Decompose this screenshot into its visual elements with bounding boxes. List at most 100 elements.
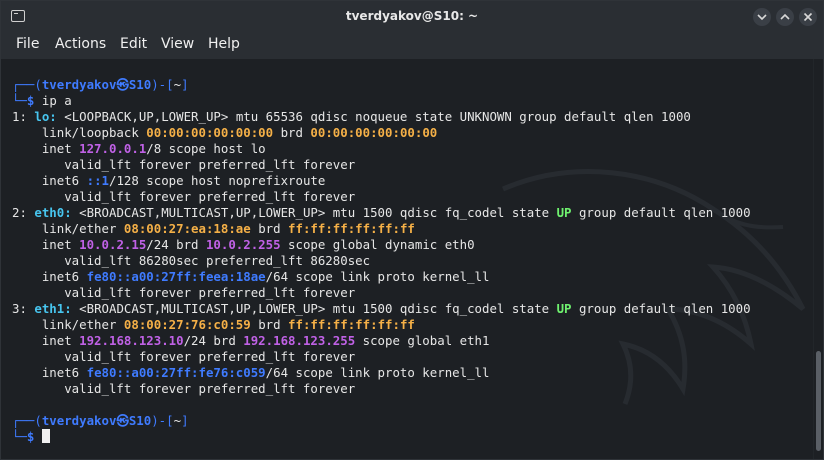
menu-bar: File Actions Edit View Help <box>1 31 823 59</box>
prompt-bracket: )-[ <box>151 77 174 92</box>
vertical-scrollbar[interactable] <box>814 59 823 459</box>
valid-line: valid_lft 86280sec preferred_lft 86280se… <box>12 253 371 268</box>
iface-header-lo: 1: lo: <LOOPBACK,UP,LOWER_UP> mtu 65536 … <box>12 109 751 125</box>
brd-mac-address: ff:ff:ff:ff:ff:ff <box>288 317 415 332</box>
menu-help[interactable]: Help <box>208 36 240 52</box>
command-line: └─$ ip a <box>12 93 751 109</box>
valid-line: valid_lft forever preferred_lft forever <box>12 157 356 172</box>
prompt-cwd: ~ <box>173 413 182 428</box>
terminal-window: tverdyakov@S10: ~ File Actions Edit View… <box>0 0 824 460</box>
link-line-lo: link/loopback 00:00:00:00:00:00 brd 00:0… <box>12 125 751 141</box>
command-text: ip a <box>41 93 72 108</box>
maximize-button[interactable] <box>776 8 794 26</box>
prompt-user-host: tverdyakov㉿S10 <box>41 77 152 92</box>
iface-flags: <BROADCAST,MULTICAST,UP,LOWER_UP> mtu 15… <box>71 301 557 316</box>
iface-index: 2: <box>12 205 35 220</box>
iface-flags: group default qlen 1000 <box>571 301 751 316</box>
brd-label: brd <box>250 317 289 332</box>
inet6-details: /64 scope link proto kernel_ll <box>265 269 490 284</box>
mac-address: 08:00:27:76:c0:59 <box>123 317 251 332</box>
ipv4-address: 10.0.2.15 <box>79 237 147 252</box>
text-cursor <box>41 429 50 443</box>
inet6-line-eth1: inet6 fe80::a00:27ff:fe76:c059/64 scope … <box>12 365 751 381</box>
minimize-button[interactable] <box>753 8 771 26</box>
valid-line: valid_lft forever preferred_lft forever <box>12 349 356 364</box>
menu-edit[interactable]: Edit <box>120 36 147 52</box>
iface-name: lo: <box>34 109 57 124</box>
close-button[interactable] <box>799 8 817 26</box>
iface-flags: group default qlen 1000 <box>571 205 751 220</box>
scrollbar-thumb[interactable] <box>816 351 821 451</box>
menu-file[interactable]: File <box>16 36 39 52</box>
menu-view[interactable]: View <box>161 36 194 52</box>
inet6-line-eth0: inet6 fe80::a00:27ff:feea:18ae/64 scope … <box>12 269 751 285</box>
prompt-bracket: └─ <box>12 93 27 108</box>
inet-label: inet <box>12 141 80 156</box>
inet6-label: inet6 <box>12 269 87 284</box>
ipv4-broadcast: 192.168.123.255 <box>243 333 356 348</box>
iface-flags: <LOOPBACK,UP,LOWER_UP> mtu 65536 qdisc n… <box>56 109 691 124</box>
iface-state: UP <box>556 205 572 220</box>
inet-details: /8 scope host lo <box>146 141 266 156</box>
inet-details: /24 brd <box>146 237 206 252</box>
brd-label: brd <box>273 125 311 140</box>
iface-header-eth1: 3: eth1: <BROADCAST,MULTICAST,UP,LOWER_U… <box>12 301 751 317</box>
ipv4-address: 192.168.123.10 <box>79 333 184 348</box>
prompt-dollar: $ <box>26 93 35 108</box>
inet-line-eth1: inet 192.168.123.10/24 brd 192.168.123.2… <box>12 333 751 349</box>
prompt-dollar: $ <box>26 429 35 444</box>
prompt-cwd: ~ <box>173 77 182 92</box>
iface-flags: <BROADCAST,MULTICAST,UP,LOWER_UP> mtu 15… <box>71 205 557 220</box>
inet-details: scope global dynamic eth0 <box>280 237 475 252</box>
prompt-bracket: └─ <box>12 429 27 444</box>
active-prompt-line[interactable]: └─$ <box>12 429 751 445</box>
ipv6-address: ::1 <box>86 173 109 188</box>
mac-address: 08:00:27:ea:18:ae <box>123 221 251 236</box>
iface-state: UP <box>556 301 572 316</box>
inet6-label: inet6 <box>12 365 87 380</box>
inet6-details: /64 scope link proto kernel_ll <box>265 365 490 380</box>
iface-index: 3: <box>12 301 35 316</box>
prompt-bracket: ┌──( <box>12 413 42 428</box>
inet-line-eth0: inet 10.0.2.15/24 brd 10.0.2.255 scope g… <box>12 237 751 253</box>
inet-label: inet <box>12 333 80 348</box>
terminal-text: ┌──(tverdyakov㉿S10)-[~] └─$ ip a 1: lo: … <box>12 77 751 445</box>
terminal-output-area[interactable]: ┌──(tverdyakov㉿S10)-[~] └─$ ip a 1: lo: … <box>1 59 813 459</box>
inet6-line-lo: inet6 ::1/128 scope host noprefixroute <box>12 173 751 189</box>
link-label: link/ether <box>12 317 124 332</box>
prompt-user-host: tverdyakov㉿S10 <box>41 413 152 428</box>
link-line-eth0: link/ether 08:00:27:ea:18:ae brd ff:ff:f… <box>12 221 751 237</box>
brd-label: brd <box>250 221 289 236</box>
ipv6-address: fe80::a00:27ff:fe76:c059 <box>86 365 266 380</box>
prompt-bracket: ] <box>181 413 189 428</box>
valid-line: valid_lft forever preferred_lft forever <box>12 189 356 204</box>
iface-index: 1: <box>12 109 35 124</box>
iface-name: eth0: <box>34 205 72 220</box>
iface-header-eth0: 2: eth0: <BROADCAST,MULTICAST,UP,LOWER_U… <box>12 205 751 221</box>
mac-address: 00:00:00:00:00:00 <box>146 125 274 140</box>
window-title: tverdyakov@S10: ~ <box>345 9 479 23</box>
brd-mac-address: 00:00:00:00:00:00 <box>310 125 438 140</box>
menu-actions[interactable]: Actions <box>55 36 106 52</box>
link-line-eth1: link/ether 08:00:27:76:c0:59 brd ff:ff:f… <box>12 317 751 333</box>
title-bar[interactable]: tverdyakov@S10: ~ <box>1 1 823 31</box>
valid-line: valid_lft forever preferred_lft forever <box>12 381 356 396</box>
prompt-bracket: ┌──( <box>12 77 42 92</box>
inet-label: inet <box>12 237 80 252</box>
prompt-bracket: )-[ <box>151 413 174 428</box>
iface-name: eth1: <box>34 301 72 316</box>
prompt-bracket: ] <box>181 77 189 92</box>
maximize-icon <box>780 13 790 20</box>
prompt-line-top: ┌──(tverdyakov㉿S10)-[~] <box>12 413 751 429</box>
minimize-icon <box>757 14 767 21</box>
close-icon <box>803 12 813 22</box>
valid-line: valid_lft forever preferred_lft forever <box>12 285 356 300</box>
link-label: link/loopback <box>12 125 147 140</box>
inet6-details: /128 scope host noprefixroute <box>109 173 326 188</box>
ipv4-address: 127.0.0.1 <box>79 141 147 156</box>
inet-details: scope global eth1 <box>355 333 490 348</box>
inet-line-lo: inet 127.0.0.1/8 scope host lo <box>12 141 751 157</box>
ipv4-broadcast: 10.0.2.255 <box>205 237 281 252</box>
prompt-line-top: ┌──(tverdyakov㉿S10)-[~] <box>12 77 751 93</box>
